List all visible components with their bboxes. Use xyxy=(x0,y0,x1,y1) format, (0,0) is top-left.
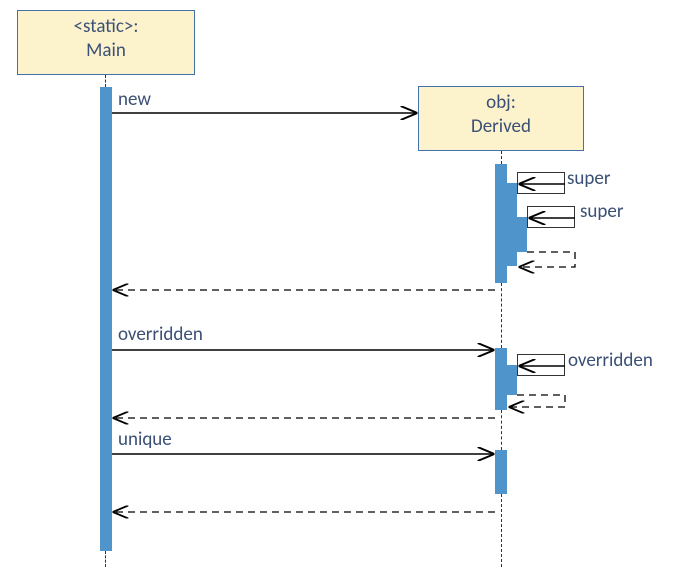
participant-main: <static>: Main xyxy=(17,10,195,75)
participant-derived-type: obj: xyxy=(419,91,583,115)
msg-unique: unique xyxy=(118,428,172,451)
self-call-box xyxy=(517,354,565,376)
participant-derived-name: Derived xyxy=(419,115,583,139)
msg-super-2: super xyxy=(580,200,623,223)
lifeline-main xyxy=(105,75,106,87)
sequence-diagram: <static>: Main obj: Derived new super su… xyxy=(0,0,685,579)
self-call-box xyxy=(517,172,565,194)
activation-derived-ovr2 xyxy=(505,365,517,395)
self-call-box xyxy=(527,206,575,228)
participant-main-type: <static>: xyxy=(18,15,194,39)
return-overridden-self xyxy=(510,395,565,407)
msg-overridden2: overridden xyxy=(568,349,653,372)
lifeline-derived xyxy=(501,494,502,567)
return-super2 xyxy=(520,252,575,267)
msg-new: new xyxy=(118,88,151,111)
lifeline-main xyxy=(105,551,106,567)
activation-main xyxy=(100,87,112,551)
participant-main-name: Main xyxy=(18,39,194,63)
activation-derived-unq xyxy=(495,450,507,494)
lifeline-derived xyxy=(501,151,502,164)
participant-derived: obj: Derived xyxy=(418,86,584,151)
activation-derived-sup2 xyxy=(515,217,527,252)
lifeline-derived xyxy=(501,283,502,348)
msg-overridden: overridden xyxy=(118,323,203,346)
msg-super-1: super xyxy=(567,167,610,190)
lifeline-derived xyxy=(501,410,502,450)
